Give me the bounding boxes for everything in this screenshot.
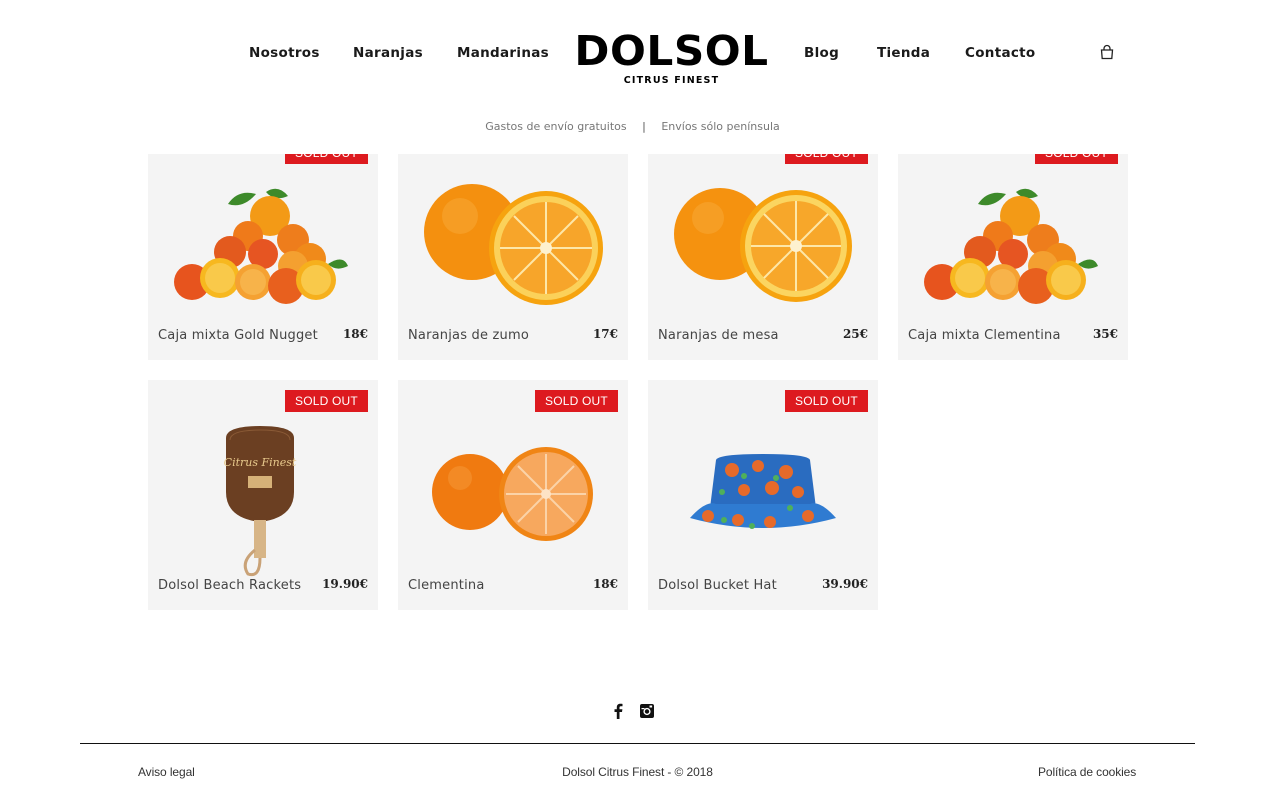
product-card[interactable]: SOLD OUT Caja mixta Clementina 35€ [898,154,1128,360]
site-logo[interactable]: DOLSOL CITRUS FINEST [574,30,769,86]
product-price: 19.90€ [322,577,368,591]
svg-text:Citrus Finest: Citrus Finest [224,456,297,469]
sold-out-badge: SOLD OUT [535,390,618,412]
shipping-separator: | [642,120,646,133]
logo-wordmark: DOLSOL [574,27,769,75]
facebook-icon[interactable] [610,702,626,720]
product-name[interactable]: Dolsol Bucket Hat [658,578,777,593]
product-name[interactable]: Naranjas de zumo [408,328,529,343]
product-name[interactable]: Caja mixta Gold Nugget [158,328,318,343]
product-card[interactable]: Naranjas de zumo 17€ [398,154,628,360]
product-card[interactable]: SOLD OUT Dolsol Bucket Hat 39.90€ [648,380,878,610]
table-orange-image [674,188,852,302]
product-name[interactable]: Caja mixta Clementina [908,328,1061,343]
instagram-icon[interactable] [639,702,655,720]
product-price: 18€ [592,577,618,591]
nav-contacto[interactable]: Contacto [965,45,1036,61]
product-price: 18€ [342,327,368,341]
product-price: 39.90€ [822,577,868,591]
shipping-info: Gastos de envío gratuitos | Envíos sólo … [0,120,1265,133]
product-grid: SOLD OUT Caja mixta Gold Nugget 18€ Nara… [148,154,1128,614]
sold-out-badge: SOLD OUT [785,390,868,412]
nav-blog[interactable]: Blog [804,45,839,61]
juice-orange-image [424,184,603,305]
social-links [0,700,1265,720]
nav-tienda[interactable]: Tienda [877,45,930,61]
shipping-region-text: Envíos sólo península [661,120,780,133]
mixed-citrus-pile-image [924,188,1098,304]
product-card[interactable]: SOLD OUT Naranjas de mesa 25€ [648,154,878,360]
product-price: 35€ [1092,327,1118,341]
product-card[interactable]: Citrus Finest SOLD OUT Dolsol Beach Rack… [148,380,378,610]
nav-naranjas[interactable]: Naranjas [353,45,423,61]
product-name[interactable]: Naranjas de mesa [658,328,779,343]
product-card[interactable]: SOLD OUT Caja mixta Gold Nugget 18€ [148,154,378,360]
logo-tagline: CITRUS FINEST [623,75,720,86]
shopping-bag-icon[interactable] [1099,44,1115,60]
nav-nosotros[interactable]: Nosotros [249,45,320,61]
footer-divider [80,743,1195,744]
shipping-free-text: Gastos de envío gratuitos [485,120,627,133]
product-name[interactable]: Clementina [408,578,485,593]
site-header: Nosotros Naranjas Mandarinas DOLSOL CITR… [0,0,1265,100]
product-price: 25€ [842,327,868,341]
sold-out-badge: SOLD OUT [285,154,368,164]
product-name[interactable]: Dolsol Beach Rackets [158,578,301,593]
sold-out-badge: SOLD OUT [1035,154,1118,164]
sold-out-badge: SOLD OUT [285,390,368,412]
mixed-citrus-pile-image [174,188,348,304]
product-card[interactable]: SOLD OUT Clementina 18€ [398,380,628,610]
nav-mandarinas[interactable]: Mandarinas [457,45,549,61]
product-price: 17€ [592,327,618,341]
cookies-link[interactable]: Política de cookies [1038,765,1136,779]
